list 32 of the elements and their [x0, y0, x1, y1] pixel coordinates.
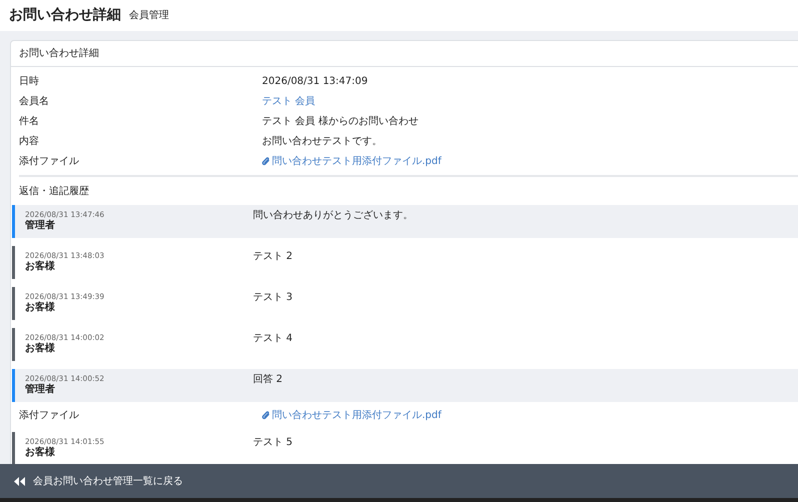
file-link[interactable]: 問い合わせテスト用添付ファイル.pdf — [262, 408, 442, 422]
author-name: 管理者 — [25, 384, 56, 396]
author-name: お客様 — [25, 261, 56, 273]
field-label: 添付ファイル — [19, 154, 80, 168]
message-text: テスト 3 — [253, 291, 293, 305]
member-link[interactable]: テスト 会員 — [262, 94, 316, 108]
author-name: お客様 — [25, 302, 56, 314]
message-text: 回答 2 — [253, 373, 283, 387]
message-text: 問い合わせありがとうございます。 — [253, 209, 413, 223]
field-value: 2026/08/31 13:47:09 — [262, 74, 368, 88]
page-title: お問い合わせ詳細 — [9, 6, 121, 25]
page-subtitle: 会員管理 — [129, 9, 169, 23]
message-text: テスト 4 — [253, 332, 293, 346]
field-label: 日時 — [19, 74, 40, 88]
paperclip-icon — [262, 156, 270, 166]
field-value: テスト 会員 様からのお問い合わせ — [262, 114, 418, 128]
section-title: 返信・追記履歴 — [19, 184, 89, 198]
author-name: お客様 — [25, 447, 56, 459]
double-left-arrow-icon — [14, 476, 25, 486]
message-text: テスト 2 — [253, 250, 293, 264]
field-label: 添付ファイル — [19, 408, 80, 422]
card-title: お問い合わせ詳細 — [19, 46, 99, 61]
field-label: 会員名 — [19, 94, 50, 108]
back-button[interactable]: 会員お問い合わせ管理一覧に戻る — [14, 474, 183, 488]
author-name: お客様 — [25, 343, 56, 355]
field-value: お問い合わせテストです。 — [262, 134, 382, 148]
field-label: 内容 — [19, 134, 40, 148]
paperclip-icon — [262, 410, 270, 420]
field-label: 件名 — [19, 114, 40, 128]
author-name: 管理者 — [25, 220, 56, 232]
message-text: テスト 5 — [253, 436, 293, 450]
file-link[interactable]: 問い合わせテスト用添付ファイル.pdf — [262, 154, 442, 168]
